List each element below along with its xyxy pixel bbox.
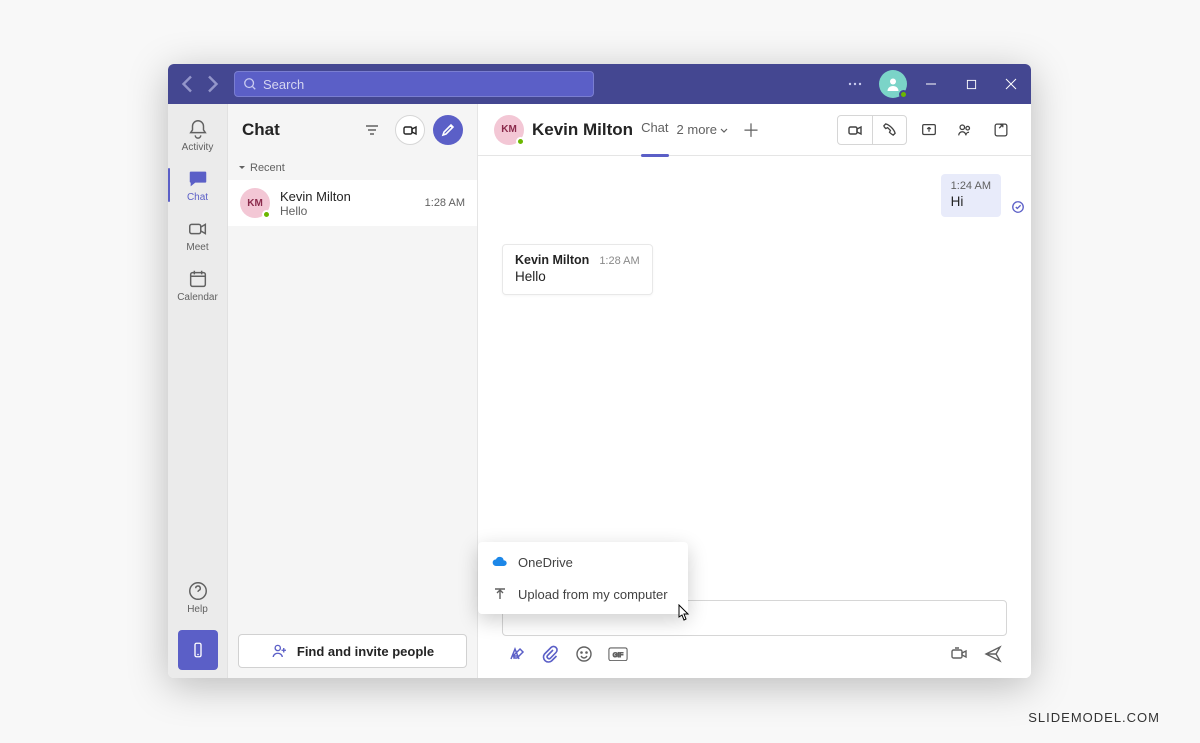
app-window: Search Activity Chat xyxy=(168,64,1031,678)
window-close-button[interactable] xyxy=(991,64,1031,104)
message-text: Hello xyxy=(515,269,640,284)
more-options-button[interactable] xyxy=(835,64,875,104)
message-time: 1:24 AM xyxy=(951,180,991,192)
rail-label: Help xyxy=(187,604,208,615)
presence-available-icon xyxy=(899,90,908,99)
read-receipt-icon xyxy=(1011,200,1025,219)
invite-button-label: Find and invite people xyxy=(297,644,434,659)
presence-available-icon xyxy=(262,210,271,219)
conversation-header: KM Kevin Milton Chat 2 more ＋ xyxy=(478,104,1031,156)
more-tabs-label: 2 more xyxy=(677,122,717,137)
audio-call-button[interactable] xyxy=(872,116,906,144)
add-tab-button[interactable]: ＋ xyxy=(737,116,765,144)
search-input[interactable]: Search xyxy=(234,71,594,97)
avatar: KM xyxy=(240,188,270,218)
chat-list-pane: Chat Recent KM xyxy=(228,104,478,678)
title-bar: Search xyxy=(168,64,1031,104)
rail-activity[interactable]: Activity xyxy=(168,110,228,160)
cloud-icon xyxy=(492,554,508,570)
message-text: Hi xyxy=(951,194,991,209)
avatar-initials: KM xyxy=(247,198,263,209)
messages-area: 1:24 AM Hi Kevin Milton 1:28 AM Hello xyxy=(478,156,1031,600)
pop-out-button[interactable] xyxy=(987,116,1015,144)
nav-forward-button[interactable] xyxy=(200,72,224,96)
message-sender: Kevin Milton xyxy=(515,253,589,267)
presence-available-icon xyxy=(516,137,525,146)
invite-people-button[interactable]: Find and invite people xyxy=(238,634,467,668)
share-screen-button[interactable] xyxy=(915,116,943,144)
chat-list-item[interactable]: KM Kevin Milton Hello 1:28 AM xyxy=(228,180,477,226)
rail-calendar[interactable]: Calendar xyxy=(168,260,228,310)
rail-meet[interactable]: Meet xyxy=(168,210,228,260)
nav-back-button[interactable] xyxy=(176,72,200,96)
send-button[interactable] xyxy=(983,644,1003,664)
rail-label: Chat xyxy=(187,192,208,203)
more-tabs-button[interactable]: 2 more xyxy=(677,122,729,137)
chat-list-title: Chat xyxy=(242,120,349,140)
rail-label: Calendar xyxy=(177,292,218,303)
user-avatar[interactable] xyxy=(879,70,907,98)
chat-item-preview: Hello xyxy=(280,204,415,218)
rail-label: Meet xyxy=(186,242,208,253)
rail-download-app[interactable] xyxy=(178,630,218,670)
rail-label: Activity xyxy=(182,142,214,153)
recent-header-label: Recent xyxy=(250,162,285,174)
rail-chat[interactable]: Chat xyxy=(168,160,228,210)
recent-header[interactable]: Recent xyxy=(228,156,477,180)
message-incoming[interactable]: Kevin Milton 1:28 AM Hello xyxy=(502,244,653,295)
emoji-button[interactable] xyxy=(574,644,594,664)
attach-item-label: Upload from my computer xyxy=(518,587,668,602)
new-chat-button[interactable] xyxy=(433,115,463,145)
tab-chat[interactable]: Chat xyxy=(641,120,668,139)
svg-text:GIF: GIF xyxy=(613,652,624,659)
upload-icon xyxy=(492,586,508,602)
attach-upload-item[interactable]: Upload from my computer xyxy=(478,578,688,610)
attach-item-label: OneDrive xyxy=(518,555,573,570)
message-time: 1:28 AM xyxy=(599,255,639,267)
watermark: SLIDEMODEL.COM xyxy=(1028,710,1160,725)
composer-toolbar: GIF xyxy=(502,636,1007,664)
video-call-button[interactable] xyxy=(838,116,872,144)
add-people-button[interactable] xyxy=(951,116,979,144)
gif-button[interactable]: GIF xyxy=(608,644,628,664)
call-controls xyxy=(837,115,907,145)
avatar: KM xyxy=(494,115,524,145)
search-placeholder: Search xyxy=(263,77,304,92)
message-outgoing[interactable]: 1:24 AM Hi xyxy=(941,174,1001,217)
conversation-pane: KM Kevin Milton Chat 2 more ＋ xyxy=(478,104,1031,678)
avatar-initials: KM xyxy=(501,124,517,135)
chat-item-time: 1:28 AM xyxy=(425,197,465,209)
rail-help[interactable]: Help xyxy=(168,572,228,622)
attach-menu: OneDrive Upload from my computer xyxy=(478,542,688,614)
conversation-title: Kevin Milton xyxy=(532,120,633,140)
meet-now-button[interactable] xyxy=(395,115,425,145)
attach-onedrive-item[interactable]: OneDrive xyxy=(478,546,688,578)
window-maximize-button[interactable] xyxy=(951,64,991,104)
format-button[interactable] xyxy=(506,644,526,664)
window-minimize-button[interactable] xyxy=(911,64,951,104)
chat-item-name: Kevin Milton xyxy=(280,189,415,204)
filter-button[interactable] xyxy=(357,115,387,145)
attach-button[interactable] xyxy=(540,644,560,664)
stream-button[interactable] xyxy=(949,644,969,664)
app-rail: Activity Chat Meet Calendar Help xyxy=(168,104,228,678)
